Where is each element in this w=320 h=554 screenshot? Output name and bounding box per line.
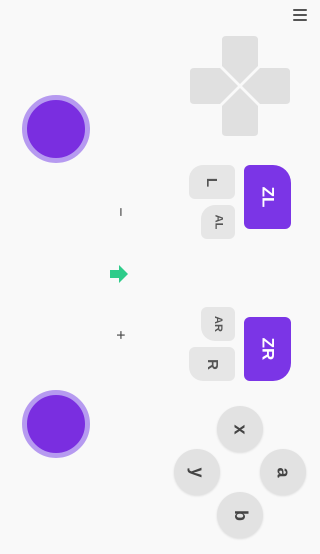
x-button[interactable]: x xyxy=(217,406,263,452)
minus-button[interactable]: − xyxy=(110,202,130,222)
dpad[interactable] xyxy=(190,36,290,136)
b-button[interactable]: b xyxy=(217,492,263,538)
zl-button[interactable]: ZL xyxy=(244,165,291,229)
right-joystick[interactable] xyxy=(22,390,90,458)
left-joystick[interactable] xyxy=(22,95,90,163)
y-button[interactable]: y xyxy=(174,449,220,495)
l-button[interactable]: L xyxy=(189,165,235,199)
a-button[interactable]: a xyxy=(260,449,306,495)
r-button[interactable]: R xyxy=(189,347,235,381)
plus-button[interactable]: + xyxy=(110,325,130,345)
ar-button[interactable]: AR xyxy=(201,307,235,341)
al-button[interactable]: AL xyxy=(201,205,235,239)
arrow-right-icon[interactable] xyxy=(108,264,130,284)
zr-button[interactable]: ZR xyxy=(244,317,291,381)
hamburger-menu-icon[interactable] xyxy=(293,9,307,21)
